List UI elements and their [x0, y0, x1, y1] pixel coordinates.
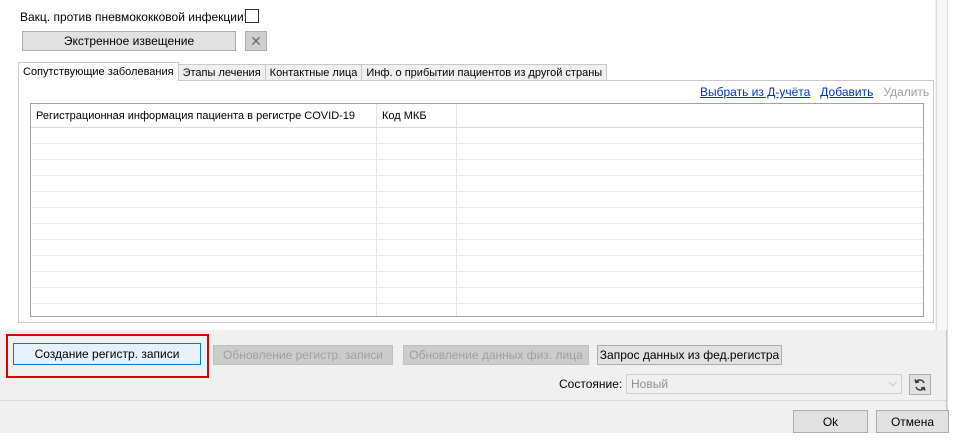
grid-cell: [457, 288, 923, 303]
grid-cell: [457, 224, 923, 239]
grid-cell: [31, 176, 377, 191]
grid-header: Регистрационная информация пациента в ре…: [31, 104, 923, 128]
ok-button[interactable]: Ok: [793, 410, 868, 433]
vaccine-checkbox[interactable]: [245, 9, 259, 23]
table-row: [31, 256, 923, 272]
table-row: [31, 288, 923, 304]
select-from-dispensary-link[interactable]: Выбрать из Д-учёта: [700, 85, 810, 99]
grid-cell: [31, 160, 377, 175]
delete-link: Удалить: [883, 85, 930, 99]
chevron-down-icon: ⌵: [888, 377, 897, 389]
state-select: Новый ⌵: [626, 374, 902, 394]
update-register-record-button: Обновление регистр. записи: [213, 345, 393, 365]
grid-cell: [457, 128, 923, 143]
refresh-button[interactable]: [909, 374, 931, 395]
state-value: Новый: [631, 377, 669, 391]
grid-cell: [377, 304, 457, 316]
grid-cell: [377, 224, 457, 239]
vertical-scrollbar[interactable]: [936, 0, 947, 330]
grid-cell: [457, 144, 923, 159]
highlight-frame: [6, 334, 209, 378]
grid-actions: Выбрать из Д-учёта Добавить Удалить: [700, 85, 929, 99]
grid-cell: [31, 192, 377, 207]
refresh-icon: [914, 378, 926, 391]
table-row: [31, 160, 923, 176]
grid-cell: [457, 272, 923, 287]
grid-cell: [377, 256, 457, 271]
cancel-button[interactable]: Отмена: [876, 410, 949, 433]
table-row: [31, 272, 923, 288]
grid-cell: [31, 224, 377, 239]
grid-cell: [377, 208, 457, 223]
tab-contacts[interactable]: Контактные лица: [264, 64, 363, 81]
column-header-icd-code[interactable]: Код МКБ: [377, 104, 457, 127]
grid-cell: [377, 240, 457, 255]
table-row: [31, 240, 923, 256]
request-fed-register-button[interactable]: Запрос данных из фед.регистра: [597, 345, 782, 365]
grid-cell: [377, 176, 457, 191]
grid-cell: [377, 128, 457, 143]
comorbidities-grid[interactable]: Регистрационная информация пациента в ре…: [30, 103, 924, 317]
tab-arrival-info[interactable]: Инф. о прибытии пациентов из другой стра…: [361, 64, 608, 81]
grid-cell: [457, 176, 923, 191]
table-row: [31, 208, 923, 224]
column-header-empty: [457, 104, 923, 127]
grid-cell: [377, 144, 457, 159]
add-link[interactable]: Добавить: [820, 85, 873, 99]
vaccine-label: Вакц. против пневмококковой инфекции:: [20, 10, 247, 24]
grid-cell: [31, 256, 377, 271]
grid-cell: [377, 192, 457, 207]
background-window-edge: [947, 0, 957, 445]
grid-cell: [457, 240, 923, 255]
grid-cell: [31, 272, 377, 287]
table-row: [31, 176, 923, 192]
grid-cell: [377, 288, 457, 303]
grid-cell: [31, 240, 377, 255]
clear-icon[interactable]: ✕: [245, 31, 267, 51]
grid-cell: [457, 208, 923, 223]
grid-cell: [457, 304, 923, 316]
emergency-notice-button[interactable]: Экстренное извещение: [22, 31, 236, 51]
grid-cell: [457, 192, 923, 207]
state-label: Состояние:: [559, 377, 623, 391]
table-row: [31, 192, 923, 208]
footer-divider: [0, 400, 946, 401]
grid-cell: [457, 160, 923, 175]
column-header-registration[interactable]: Регистрационная информация пациента в ре…: [31, 104, 377, 127]
table-row: [31, 128, 923, 144]
tab-treatment-stages[interactable]: Этапы лечения: [177, 64, 266, 81]
table-row: [31, 144, 923, 160]
grid-cell: [377, 160, 457, 175]
update-person-data-button: Обновление данных физ. лица: [403, 345, 589, 365]
grid-cell: [457, 256, 923, 271]
grid-cell: [31, 208, 377, 223]
grid-cell: [31, 288, 377, 303]
grid-cell: [31, 304, 377, 316]
tab-comorbidities[interactable]: Сопутствующие заболевания: [18, 62, 179, 81]
tab-strip: Сопутствующие заболевания Этапы лечения …: [18, 62, 608, 81]
table-row: [31, 224, 923, 240]
grid-cell: [31, 128, 377, 143]
grid-cell: [31, 144, 377, 159]
table-row: [31, 304, 923, 316]
background-window-strip: [0, 433, 957, 445]
grid-cell: [377, 272, 457, 287]
